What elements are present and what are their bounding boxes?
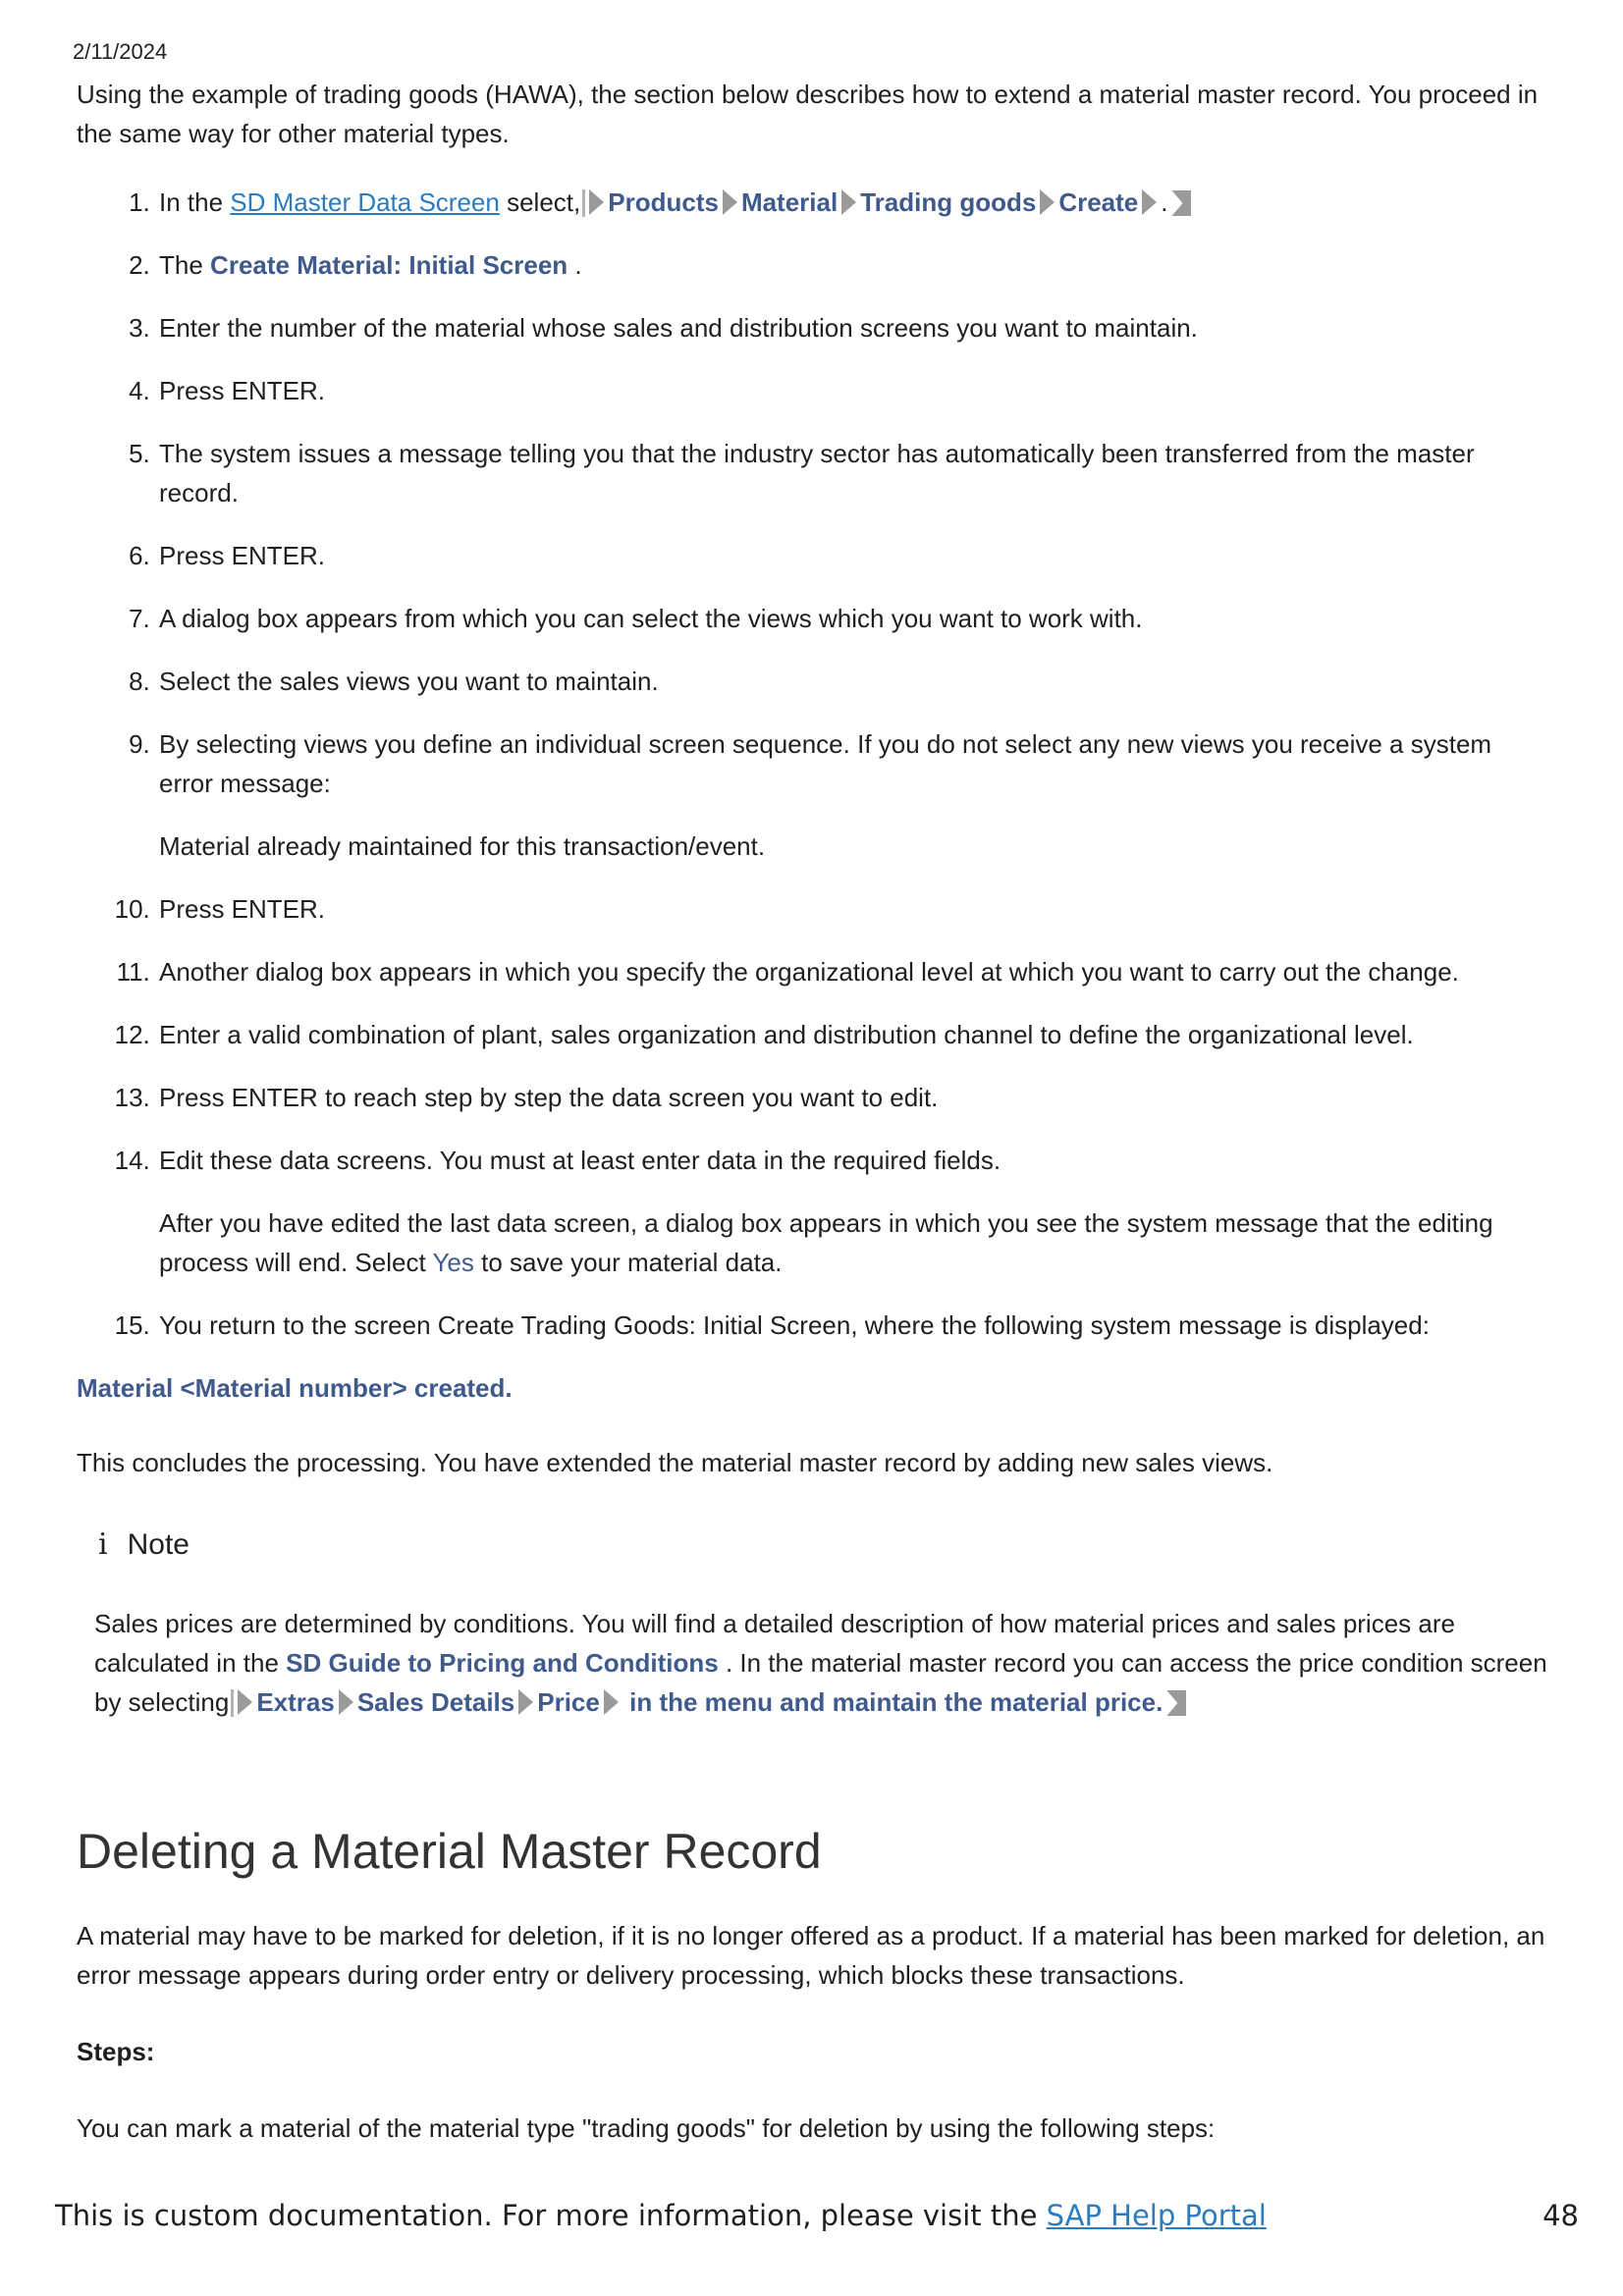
note-title: Note: [127, 1528, 189, 1561]
note-path-tail: in the menu and maintain the material pr…: [629, 1687, 1163, 1717]
path-arrow-icon: [338, 1689, 353, 1715]
step-5: The system issues a message telling you …: [157, 434, 1549, 512]
info-icon: i: [98, 1527, 108, 1562]
pricing-guide-link[interactable]: SD Guide to Pricing and Conditions: [286, 1648, 719, 1678]
menu-path-start-icon: [582, 189, 586, 217]
path-arrow-icon: [589, 189, 605, 215]
menu-item-price[interactable]: Price: [537, 1687, 600, 1717]
menu-path-start-icon: [231, 1689, 235, 1717]
path-arrow-icon: [518, 1689, 534, 1715]
path-arrow-icon: [1040, 189, 1055, 215]
menu-item-products[interactable]: Products: [608, 187, 719, 217]
section-heading: Deleting a Material Master Record: [77, 1824, 822, 1879]
step-2: The Create Material: Initial Screen .: [157, 245, 1549, 285]
menu-item-trading-goods[interactable]: Trading goods: [860, 187, 1036, 217]
note-text: Sales prices are determined by condition…: [94, 1609, 1547, 1717]
step-3: Enter the number of the material whose s…: [157, 308, 1549, 347]
step-8: Select the sales views you want to maint…: [157, 662, 1549, 701]
intro-paragraph: Using the example of trading goods (HAWA…: [77, 80, 1539, 148]
sd-master-data-link[interactable]: SD Master Data Screen: [230, 187, 500, 217]
step-6: Press ENTER.: [157, 536, 1549, 575]
menu-item-material[interactable]: Material: [741, 187, 838, 217]
path-arrow-icon: [722, 189, 737, 215]
page-footer: This is custom documentation. For more i…: [55, 2199, 1579, 2232]
path-arrow-icon: [1142, 189, 1158, 215]
path-arrow-icon: [841, 189, 857, 215]
sap-help-portal-link[interactable]: SAP Help Portal: [1047, 2199, 1267, 2232]
menu-item-extras[interactable]: Extras: [256, 1687, 335, 1717]
footer-text: This is custom documentation. For more i…: [55, 2199, 1267, 2232]
menu-path-end-icon: [1171, 190, 1192, 216]
note-header: i Note: [94, 1525, 1549, 1565]
conclusion-paragraph: This concludes the processing. You have …: [77, 1448, 1273, 1477]
step-7: A dialog box appears from which you can …: [157, 599, 1549, 638]
extend-steps-list: In the SD Master Data Screen select,Prod…: [77, 183, 1549, 1345]
path-arrow-icon: [603, 1689, 619, 1715]
created-message: Material <Material number> created.: [77, 1373, 513, 1403]
page-date: 2/11/2024: [73, 39, 168, 64]
step-4: Press ENTER.: [157, 371, 1549, 410]
step-13: Press ENTER to reach step by step the da…: [157, 1078, 1549, 1117]
final-paragraph: You can mark a material of the material …: [77, 2113, 1216, 2143]
step-9: By selecting views you define an individ…: [157, 724, 1549, 866]
step-15: You return to the screen Create Trading …: [157, 1306, 1549, 1345]
note-box: i Note Sales prices are determined by co…: [77, 1525, 1549, 1722]
step-10: Press ENTER.: [157, 889, 1549, 929]
path-arrow-icon: [238, 1689, 253, 1715]
create-material-screen-label: Create Material: Initial Screen: [210, 250, 568, 280]
step-14-detail: After you have edited the last data scre…: [159, 1208, 1493, 1277]
steps-label: Steps:: [77, 2037, 155, 2066]
step-1: In the SD Master Data Screen select,Prod…: [157, 183, 1549, 222]
step-12: Enter a valid combination of plant, sale…: [157, 1015, 1549, 1054]
menu-item-create[interactable]: Create: [1058, 187, 1138, 217]
step-11: Another dialog box appears in which you …: [157, 952, 1549, 991]
menu-path-end-icon: [1166, 1690, 1187, 1716]
error-message-text: Material already maintained for this tra…: [159, 831, 766, 861]
yes-option-label: Yes: [432, 1248, 474, 1277]
step-14: Edit these data screens. You must at lea…: [157, 1141, 1549, 1282]
page-number: 48: [1542, 2199, 1579, 2232]
document-body: Using the example of trading goods (HAWA…: [77, 75, 1549, 2148]
menu-item-sales-details[interactable]: Sales Details: [357, 1687, 514, 1717]
section-paragraph: A material may have to be marked for del…: [77, 1921, 1545, 1990]
